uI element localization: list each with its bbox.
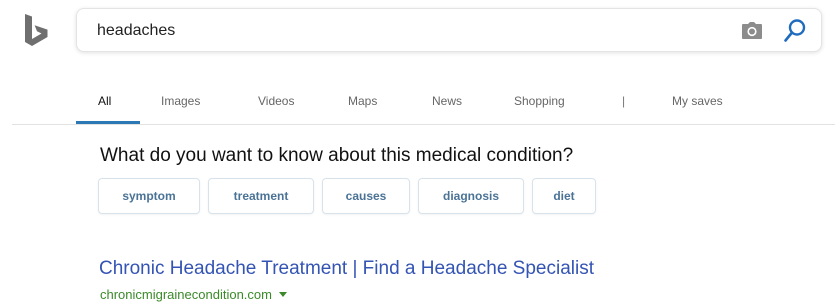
bing-logo-icon[interactable] (22, 12, 50, 48)
result-url-row: chronicmigrainecondition.com (100, 286, 288, 302)
nav-divider (12, 124, 835, 125)
chip-diagnosis[interactable]: diagnosis (418, 178, 524, 214)
search-vertical-nav: All Images Videos Maps News Shopping | M… (0, 86, 835, 124)
tab-shopping[interactable]: Shopping (514, 94, 565, 108)
tab-all[interactable]: All (98, 94, 111, 108)
nav-separator: | (622, 94, 626, 108)
tab-images[interactable]: Images (161, 94, 200, 108)
search-icon[interactable] (783, 18, 807, 44)
tab-maps[interactable]: Maps (348, 94, 377, 108)
camera-icon[interactable] (741, 21, 763, 41)
caret-down-icon[interactable] (278, 290, 288, 298)
tab-my-saves[interactable]: My saves (672, 94, 723, 108)
chip-symptom[interactable]: symptom (98, 178, 200, 214)
tab-news[interactable]: News (432, 94, 462, 108)
chip-treatment[interactable]: treatment (208, 178, 314, 214)
refine-question: What do you want to know about this medi… (100, 145, 574, 166)
search-box (76, 8, 822, 52)
result-url: chronicmigrainecondition.com (100, 286, 272, 302)
search-input[interactable] (97, 19, 697, 43)
chip-causes[interactable]: causes (322, 178, 410, 214)
chip-diet[interactable]: diet (532, 178, 596, 214)
result-title-link[interactable]: Chronic Headache Treatment | Find a Head… (99, 258, 594, 280)
tab-videos[interactable]: Videos (258, 94, 294, 108)
